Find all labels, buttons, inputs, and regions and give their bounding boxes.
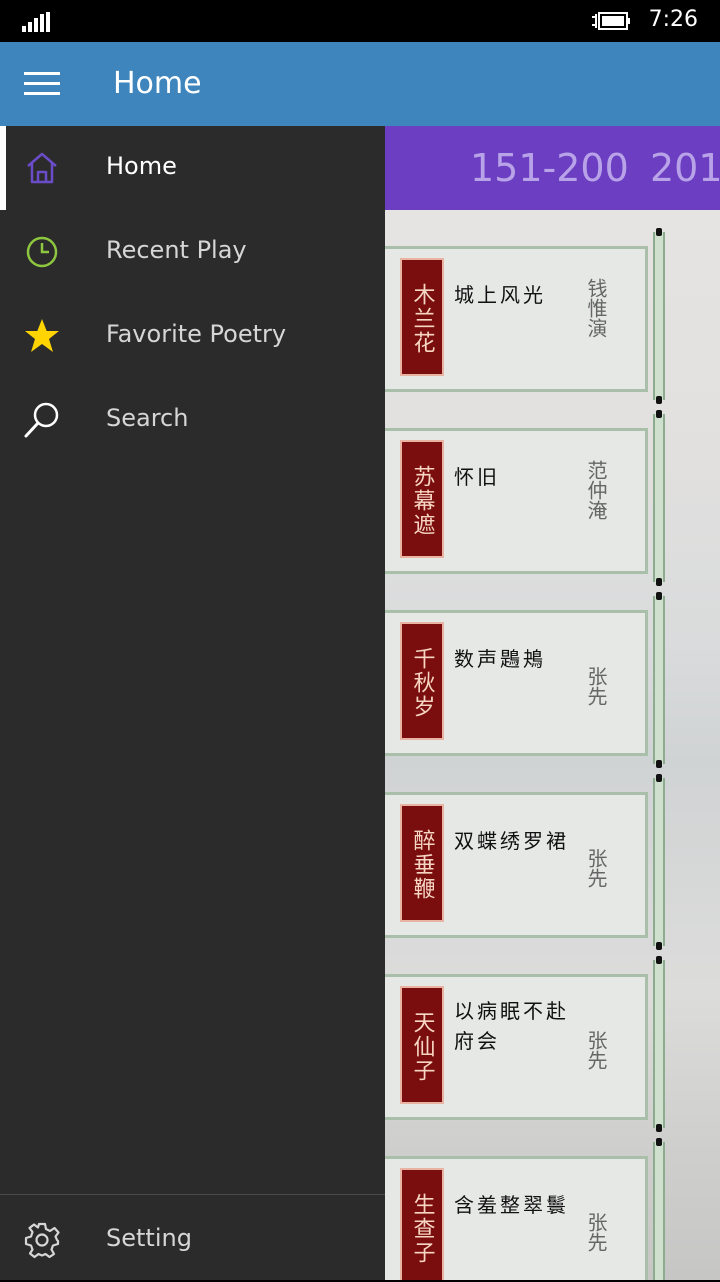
poem-title: 怀旧 <box>454 465 500 489</box>
status-time: 7:26 <box>648 7 698 32</box>
scroll-roller <box>653 228 665 404</box>
poem-title: 双蝶绣罗裙 <box>454 829 569 853</box>
poem-author: 钱惟演 <box>584 278 608 338</box>
scroll-roller <box>653 774 665 950</box>
nav-label: Home <box>106 152 177 180</box>
app-header: Home <box>0 42 720 126</box>
status-bar: 7:26 <box>0 0 720 42</box>
poem-author: 张先 <box>584 1030 608 1070</box>
nav-item-search[interactable]: Search <box>0 378 385 462</box>
poem-tune-label: 千秋岁 <box>400 622 444 740</box>
nav-drawer: Home Recent Play Favorite Poetry Search … <box>0 126 385 1280</box>
tab-range[interactable]: 201- <box>650 146 720 190</box>
battery-charging-icon <box>592 12 630 30</box>
scroll-roller <box>653 592 665 768</box>
poem-tune-label: 醉垂鞭 <box>400 804 444 922</box>
poem-author: 张先 <box>584 666 608 706</box>
nav-item-favorite-poetry[interactable]: Favorite Poetry <box>0 294 385 378</box>
active-indicator <box>0 126 6 210</box>
page-title: Home <box>113 66 202 101</box>
poem-tune-label: 苏幕遮 <box>400 440 444 558</box>
nav-label: Setting <box>106 1224 192 1252</box>
star-icon <box>25 319 59 352</box>
poem-tune-label: 木兰花 <box>400 258 444 376</box>
scroll-roller <box>653 956 665 1132</box>
scroll-roller <box>653 410 665 586</box>
scroll-roller <box>653 1138 665 1280</box>
nav-label: Recent Play <box>106 236 247 264</box>
poem-author: 范仲淹 <box>584 460 608 520</box>
poem-title: 以病眠不赴府会 <box>454 999 569 1053</box>
nav-label: Search <box>106 404 189 432</box>
nav-label: Favorite Poetry <box>106 320 287 348</box>
poem-tune-label: 生查子 <box>400 1168 444 1280</box>
tab-range[interactable]: 151-200 <box>470 146 629 190</box>
signal-bars-icon <box>22 12 50 32</box>
search-icon <box>24 402 59 438</box>
poem-author: 张先 <box>584 848 608 888</box>
poem-title: 数声鶗鴂 <box>454 647 546 671</box>
divider <box>0 1194 385 1195</box>
home-icon <box>27 152 57 184</box>
nav-item-recent-play[interactable]: Recent Play <box>0 210 385 294</box>
poem-title: 含羞整翠鬟 <box>454 1193 569 1217</box>
hamburger-menu-icon[interactable] <box>24 72 60 96</box>
nav-item-home[interactable]: Home <box>0 126 385 210</box>
nav-item-setting[interactable]: Setting <box>0 1198 385 1282</box>
poem-title: 城上风光 <box>454 283 546 307</box>
clock-icon <box>26 236 58 268</box>
gear-icon <box>24 1222 60 1259</box>
poem-author: 张先 <box>584 1212 608 1252</box>
poem-tune-label: 天仙子 <box>400 986 444 1104</box>
